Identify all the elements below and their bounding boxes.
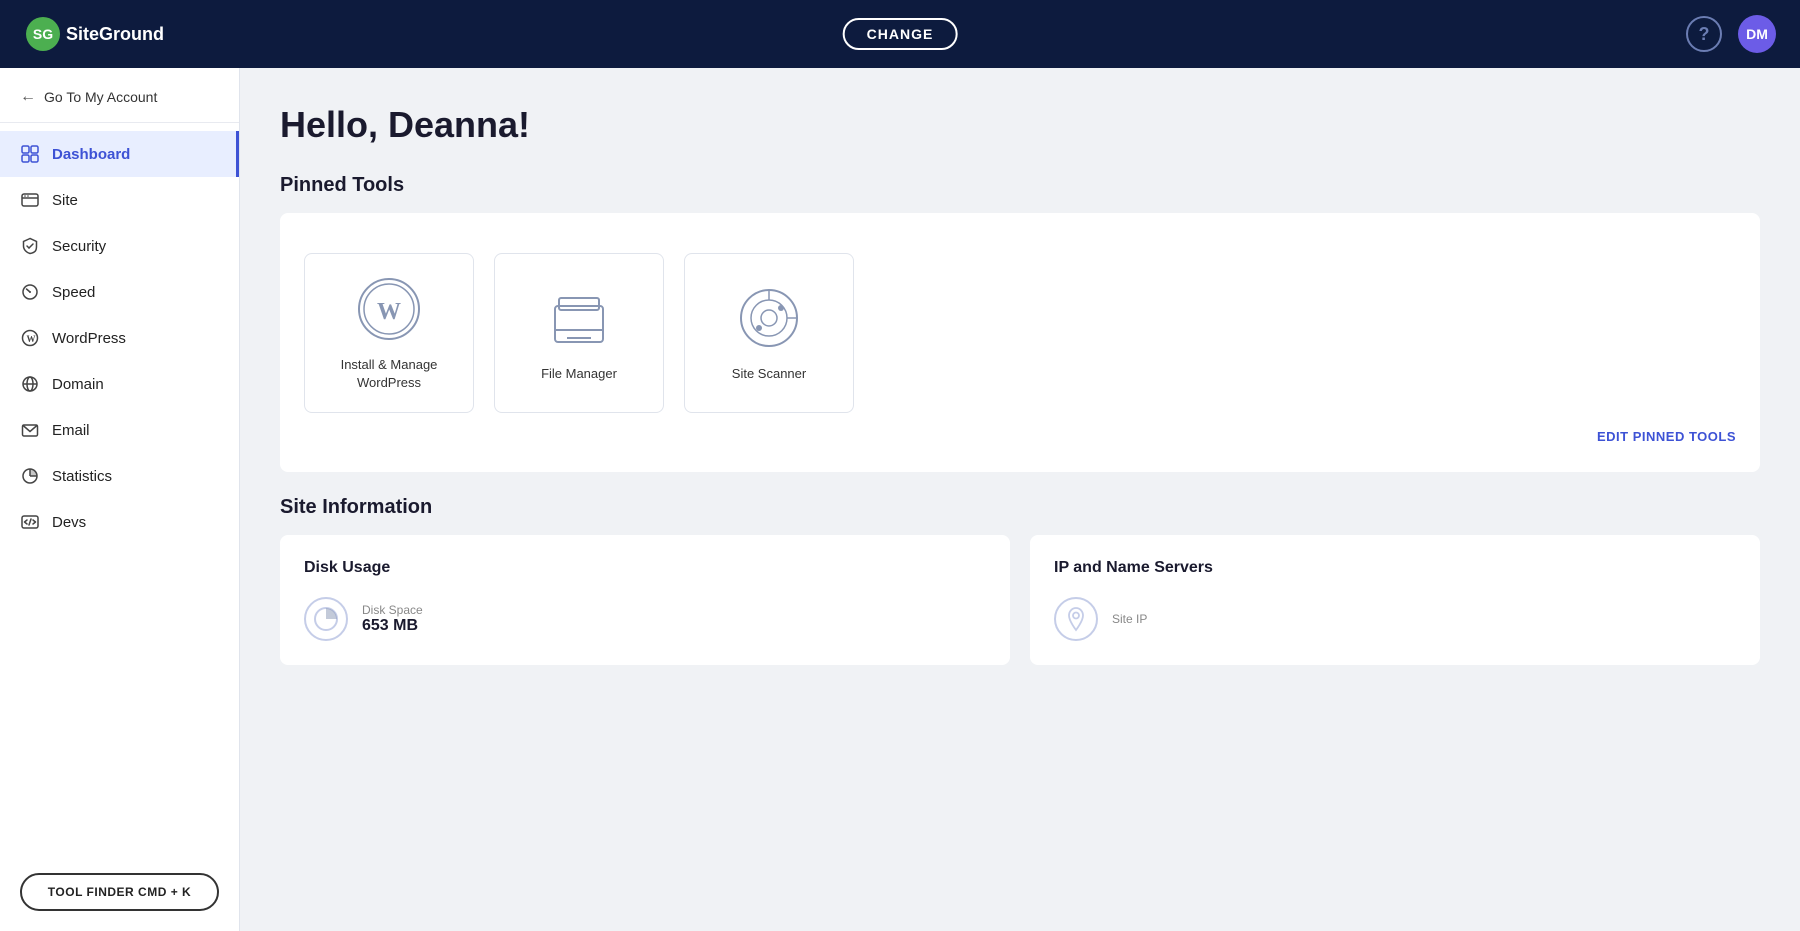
sidebar-item-email[interactable]: Email [0,407,239,453]
disk-space-label: Disk Space [362,603,423,617]
svg-text:W: W [27,334,36,344]
ip-servers-title: IP and Name Servers [1054,559,1736,577]
site-ip-icon-wrap [1054,597,1098,641]
main-content: Hello, Deanna! Pinned Tools W Install & … [240,68,1800,931]
edit-pinned-link[interactable]: EDIT PINNED TOOLS [304,421,1736,448]
security-icon [20,236,40,256]
site-ip-label: Site IP [1112,612,1147,626]
sidebar-item-security[interactable]: Security [0,223,239,269]
pinned-tools-grid: W Install & Manage WordPress [304,237,1736,421]
svg-text:W: W [377,299,401,325]
back-arrow-icon: ← [20,88,36,106]
sidebar-item-site[interactable]: Site [0,177,239,223]
sidebar-item-label: Security [52,238,106,255]
topnav-right: ? DM [1686,15,1776,53]
email-icon [20,420,40,440]
sidebar: ← Go To My Account Dashboard [0,68,240,931]
disk-space-value: 653 MB [362,617,423,635]
sidebar-item-label: Devs [52,514,86,531]
topnav: SG SiteGround CHANGE ? DM [0,0,1800,68]
wordpress-icon: W [20,328,40,348]
go-to-account-link[interactable]: ← Go To My Account [0,68,239,123]
disk-space-icon-wrap [304,597,348,641]
tool-card-site-scanner[interactable]: Site Scanner [684,253,854,413]
sidebar-item-label: Speed [52,284,95,301]
statistics-icon [20,466,40,486]
site-info-title: Site Information [280,496,1760,519]
file-manager-tool-icon [544,283,614,353]
site-info-grid: Disk Usage Disk Space 653 MB [280,535,1760,665]
tool-card-file-manager[interactable]: File Manager [494,253,664,413]
pinned-tools-card: W Install & Manage WordPress [280,213,1760,472]
sidebar-item-label: Statistics [52,468,112,485]
tool-card-wordpress[interactable]: W Install & Manage WordPress [304,253,474,413]
disk-space-row: Disk Space 653 MB [304,597,986,641]
svg-text:SiteGround: SiteGround [66,24,164,44]
back-label: Go To My Account [44,89,157,105]
sidebar-nav: Dashboard Site [0,123,239,857]
disk-usage-card: Disk Usage Disk Space 653 MB [280,535,1010,665]
pinned-tools-title: Pinned Tools [280,174,1760,197]
svg-text:SG: SG [33,26,53,42]
avatar[interactable]: DM [1738,15,1776,53]
site-ip-row: Site IP [1054,597,1736,641]
disk-usage-title: Disk Usage [304,559,986,577]
sidebar-item-label: WordPress [52,330,126,347]
siteground-logo: SG SiteGround [24,15,164,53]
help-button[interactable]: ? [1686,16,1722,52]
wordpress-tool-icon: W [354,274,424,344]
sidebar-item-label: Domain [52,376,104,393]
tool-finder-button[interactable]: TOOL FINDER CMD + K [20,873,219,911]
file-manager-tool-label: File Manager [541,365,617,383]
page-title: Hello, Deanna! [280,104,1760,146]
logo[interactable]: SG SiteGround [24,15,164,53]
sidebar-item-statistics[interactable]: Statistics [0,453,239,499]
site-icon [20,190,40,210]
sidebar-item-label: Email [52,422,90,439]
sidebar-item-label: Site [52,192,78,209]
domain-icon [20,374,40,394]
ip-servers-card: IP and Name Servers Site IP [1030,535,1760,665]
devs-icon [20,512,40,532]
site-scanner-tool-label: Site Scanner [732,365,806,383]
sidebar-item-devs[interactable]: Devs [0,499,239,545]
sidebar-item-label: Dashboard [52,146,130,163]
body-wrap: ← Go To My Account Dashboard [0,68,1800,931]
change-button[interactable]: CHANGE [843,18,958,50]
wordpress-tool-label: Install & Manage WordPress [321,356,457,392]
sidebar-item-domain[interactable]: Domain [0,361,239,407]
sidebar-item-wordpress[interactable]: W WordPress [0,315,239,361]
site-scanner-tool-icon [734,283,804,353]
dashboard-icon [20,144,40,164]
sidebar-item-dashboard[interactable]: Dashboard [0,131,239,177]
speed-icon [20,282,40,302]
sidebar-item-speed[interactable]: Speed [0,269,239,315]
